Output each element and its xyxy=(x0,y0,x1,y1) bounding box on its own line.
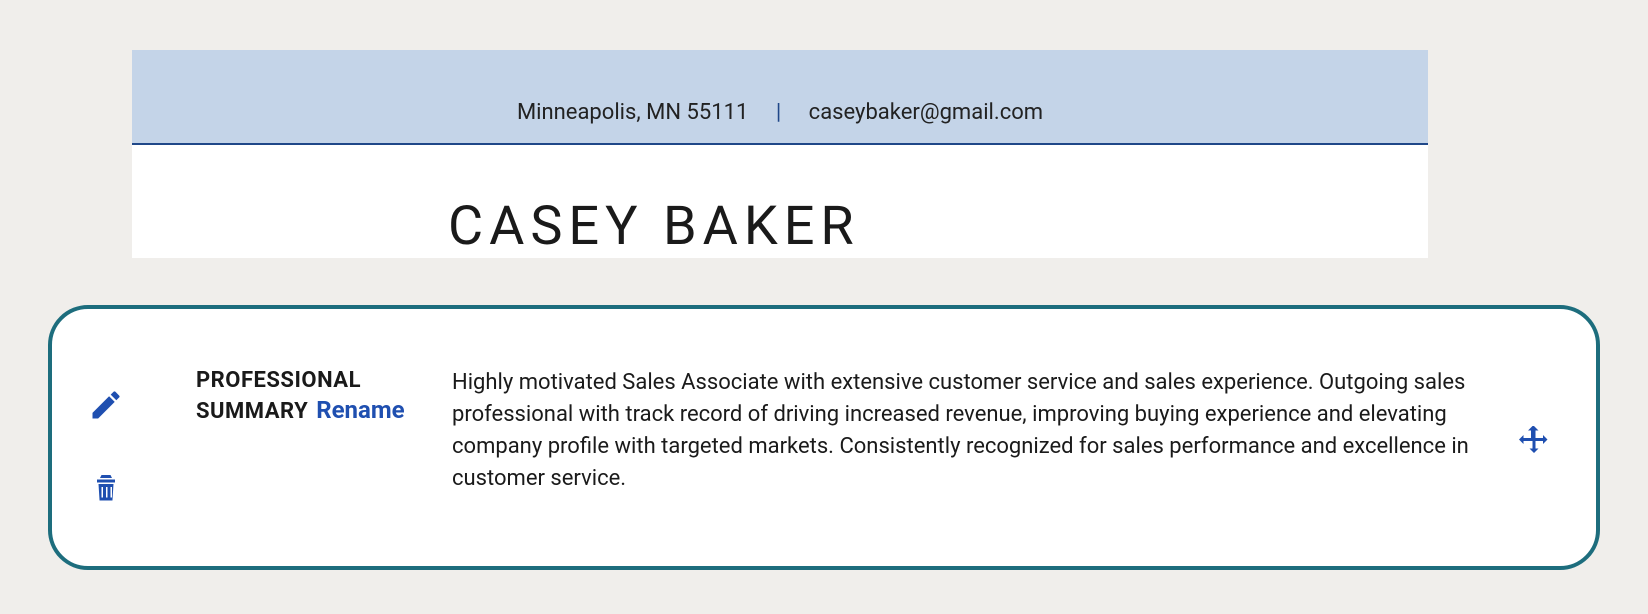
move-button[interactable] xyxy=(1516,423,1552,459)
email-text: caseybaker@gmail.com xyxy=(809,100,1043,125)
pencil-icon xyxy=(88,408,124,427)
location-text: Minneapolis, MN 55111 xyxy=(517,100,748,125)
edit-button[interactable] xyxy=(88,387,124,423)
rename-button[interactable]: Rename xyxy=(316,396,404,424)
contact-header: Minneapolis, MN 55111 | caseybaker@gmail… xyxy=(132,50,1428,145)
trash-icon xyxy=(88,490,124,509)
section-content: PROFESSIONAL SUMMARY Rename Highly motiv… xyxy=(196,367,1476,495)
separator: | xyxy=(776,100,781,125)
resume-document: Minneapolis, MN 55111 | caseybaker@gmail… xyxy=(132,50,1428,258)
professional-summary-section[interactable]: PROFESSIONAL SUMMARY Rename Highly motiv… xyxy=(48,305,1600,570)
section-label-column: PROFESSIONAL SUMMARY Rename xyxy=(196,367,440,495)
section-body-text[interactable]: Highly motivated Sales Associate with ex… xyxy=(452,367,1476,495)
delete-button[interactable] xyxy=(88,469,124,505)
move-arrows-icon xyxy=(1516,444,1552,463)
name-heading: CASEY BAKER xyxy=(132,145,1428,258)
